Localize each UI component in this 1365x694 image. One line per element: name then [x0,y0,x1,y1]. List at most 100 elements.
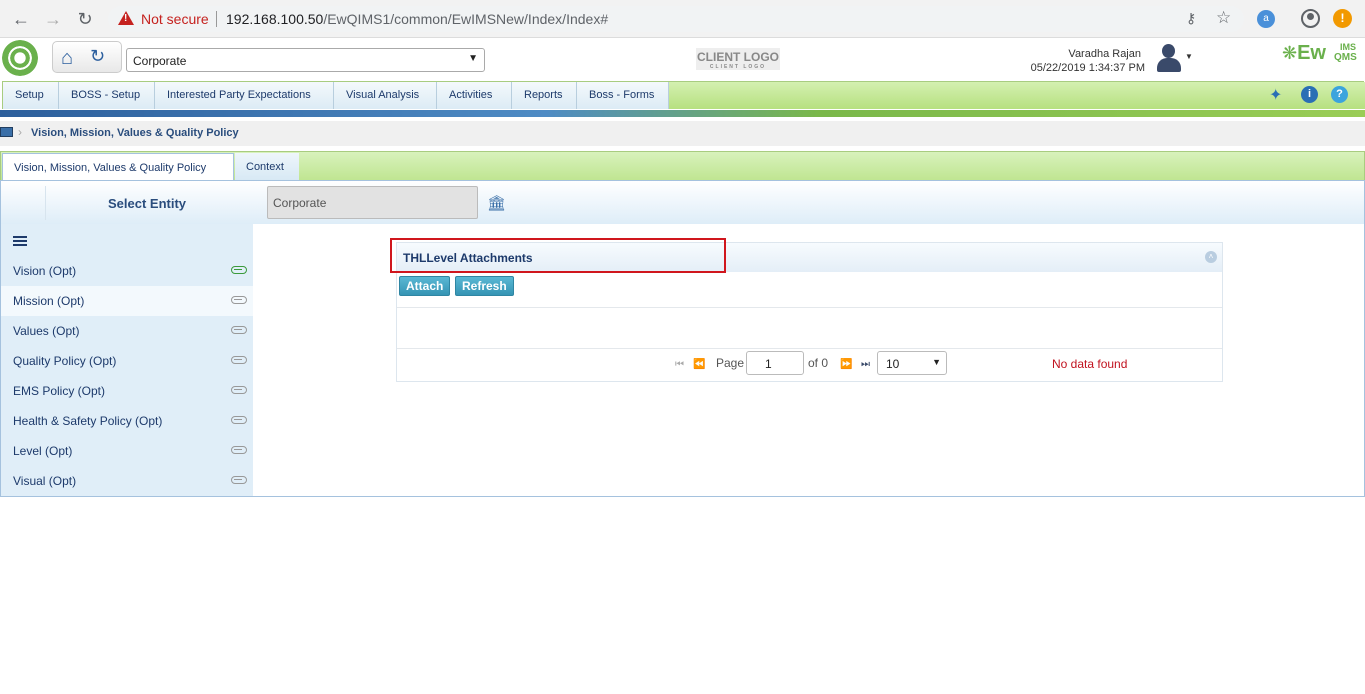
client-logo: CLIENT LOGO CLIENT LOGO [696,48,780,70]
sidebar-item-label: Health & Safety Policy (Opt) [13,414,163,428]
sidebar-item-label: EMS Policy (Opt) [13,384,106,398]
content-panel: Select Entity Corporate 🏛 Vision (Opt) M… [0,180,1365,497]
attachment-icon[interactable] [231,446,247,454]
row-divider [45,186,46,220]
title-highlight-box [390,238,726,273]
forward-icon[interactable]: → [42,8,64,30]
prev-page-icon[interactable]: ⏪ [693,359,705,370]
entity-dropdown-value: Corporate [133,54,187,68]
menu-boss-setup[interactable]: BOSS - Setup [59,82,155,109]
dropdown-arrow-icon: ▼ [932,357,941,367]
info-icon[interactable]: i [1301,86,1318,103]
tab-vision-mission[interactable]: Vision, Mission, Values & Quality Policy [2,153,234,182]
page-count: of 0 [808,356,829,370]
page-number-input[interactable]: 1 [746,351,804,375]
address-bar[interactable]: ! Not secure 192.168.100.50/EwQIMS1/comm… [108,6,1244,32]
attachment-icon[interactable] [231,476,247,484]
sidebar-item-level[interactable]: Level (Opt) [1,436,253,466]
menu-boss-forms[interactable]: Boss - Forms [577,82,669,109]
institution-icon[interactable]: 🏛 [487,194,506,212]
sidebar-item-label: Level (Opt) [13,444,73,458]
policy-sidebar: Vision (Opt) Mission (Opt) Values (Opt) … [1,224,253,496]
menu-setup[interactable]: Setup [3,82,59,109]
user-name: Varadha Rajan [1068,48,1141,60]
pin-icon[interactable]: ✦ [1269,85,1282,105]
profile-icon[interactable] [1301,9,1320,28]
entity-dropdown[interactable]: Corporate ▼ [126,48,485,72]
brand-qms: QMS [1334,52,1357,63]
not-secure-label[interactable]: Not secure [141,11,209,27]
sidebar-item-label: Values (Opt) [13,324,80,338]
ewqims-logo: ❋Ew IMS QMS [1282,42,1360,72]
sidebar-item-visual[interactable]: Visual (Opt) [1,466,253,496]
address-separator [216,11,217,27]
app-header: ⌂ ↻ Corporate ▼ CLIENT LOGO CLIENT LOGO … [0,38,1365,80]
next-page-icon[interactable]: ⏩ [840,359,852,370]
attachment-icon[interactable] [231,356,247,364]
warning-icon: ! [118,11,134,25]
reload-icon[interactable]: ↻ [74,8,96,30]
tab-bar: Vision, Mission, Values & Quality Policy… [0,151,1365,182]
first-page-icon[interactable]: ⏮ [675,359,684,370]
attachment-icon[interactable] [231,326,247,334]
menu-reports[interactable]: Reports [512,82,577,109]
entity-row: Select Entity Corporate 🏛 [1,181,1364,224]
attachments-header: THLLevel Attachments ˄ [390,238,1222,273]
last-page-icon[interactable]: ⏭ [861,359,870,370]
menu-visual-analysis[interactable]: Visual Analysis [334,82,437,109]
brand-text: Ew [1297,42,1326,64]
main-menu: Setup BOSS - Setup Interested Party Expe… [2,81,1365,109]
extension-icon[interactable]: a [1257,10,1275,28]
user-menu-caret-icon[interactable]: ▼ [1185,52,1193,61]
sidebar-item-mission[interactable]: Mission (Opt) [1,286,253,316]
back-icon[interactable]: ← [10,8,32,30]
page-label: Page [716,356,745,370]
help-icon[interactable]: ? [1331,86,1348,103]
header-stripe [0,110,1365,117]
sidebar-item-values[interactable]: Values (Opt) [1,316,253,346]
refresh-button[interactable]: Refresh [455,276,514,296]
menu-activities[interactable]: Activities [437,82,512,109]
update-icon[interactable]: ! [1333,9,1352,28]
attach-button[interactable]: Attach [399,276,451,296]
home-icon[interactable]: ⌂ [61,47,73,70]
tab-context[interactable]: Context [235,153,299,182]
sidebar-item-vision[interactable]: Vision (Opt) [1,256,253,286]
attachment-icon[interactable] [231,296,247,304]
monitor-icon [0,127,13,137]
client-logo-text: CLIENT LOGO [697,50,779,64]
browser-toolbar: ← → ↻ ! Not secure 192.168.100.50/EwQIMS… [0,0,1365,38]
sidebar-item-quality-policy[interactable]: Quality Policy (Opt) [1,346,253,376]
company-logo [2,40,38,76]
sidebar-item-ems-policy[interactable]: EMS Policy (Opt) [1,376,253,406]
brand-ims: IMS [1340,42,1357,52]
current-datetime: 05/22/2019 1:34:37 PM [1030,62,1145,74]
page-size-select[interactable]: 10 ▼ [877,351,947,375]
sidebar-item-label: Visual (Opt) [13,474,77,488]
star-icon[interactable]: ☆ [1216,8,1231,28]
attachment-icon[interactable] [231,386,247,394]
grid-divider [397,307,1222,308]
select-entity-label: Select Entity [108,196,187,211]
sidebar-item-health-safety[interactable]: Health & Safety Policy (Opt) [1,406,253,436]
hamburger-menu-icon[interactable] [13,236,27,246]
url-host: 192.168.100.50 [226,11,324,27]
dropdown-arrow-icon: ▼ [468,53,478,64]
collapse-icon[interactable]: ˄ [1205,251,1217,263]
breadcrumb: › Vision, Mission, Values & Quality Poli… [0,121,1365,146]
refresh-icon[interactable]: ↻ [90,46,105,67]
attachment-icon[interactable] [231,266,247,274]
user-avatar[interactable] [1155,42,1183,74]
flower-icon: ❋ [1282,43,1298,63]
home-toolbar: ⌂ ↻ [52,41,122,73]
no-data-message: No data found [1052,357,1128,371]
sidebar-item-label: Mission (Opt) [13,294,85,308]
url-text[interactable]: 192.168.100.50/EwQIMS1/common/EwIMSNew/I… [226,11,608,27]
pager: ⏮ ⏪ Page 1 of 0 ⏩ ⏭ 10 ▼ No data found [397,349,1222,382]
breadcrumb-current: Vision, Mission, Values & Quality Policy [31,127,239,139]
selected-entity-field: Corporate [267,186,478,219]
attachment-icon[interactable] [231,416,247,424]
key-icon[interactable]: ⚷ [1186,10,1196,27]
page-size-value: 10 [886,357,900,371]
menu-interested-party-expectations[interactable]: Interested Party Expectations [155,82,334,109]
